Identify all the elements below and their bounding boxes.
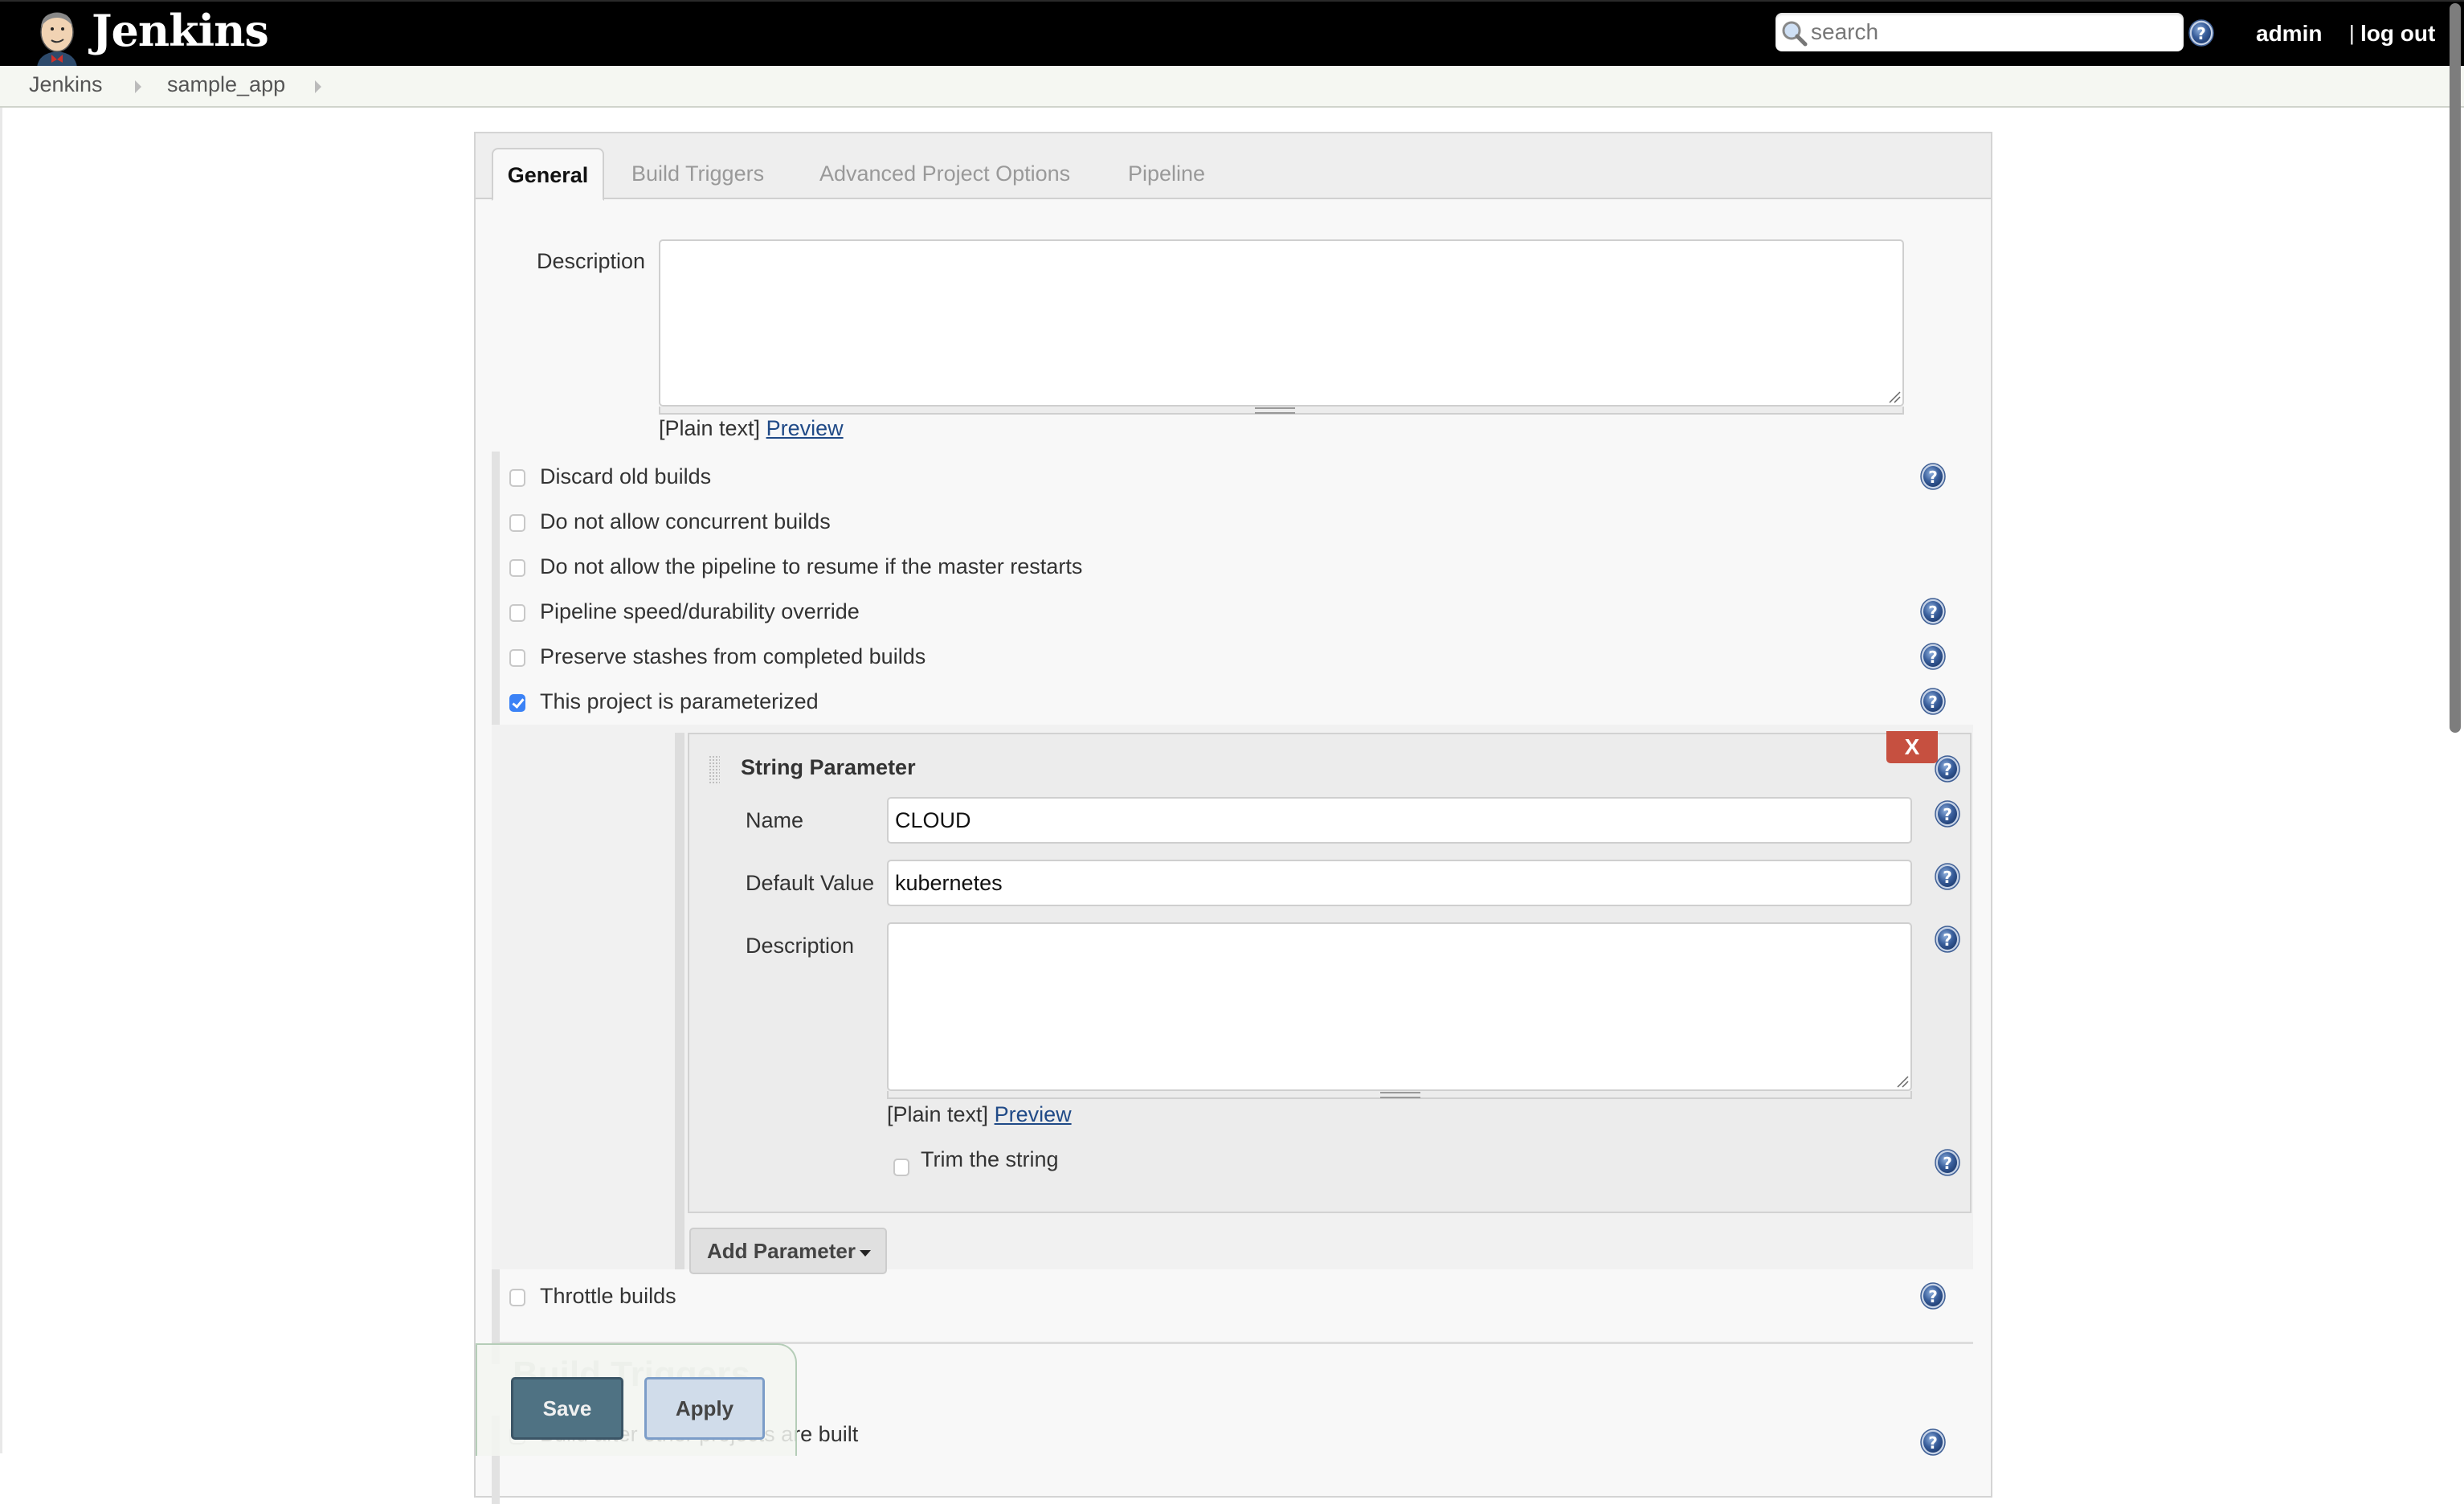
resize-grip-icon[interactable]	[1888, 390, 1901, 403]
string-parameter-title: String Parameter	[741, 755, 916, 779]
add-parameter-label: Add Parameter	[707, 1238, 856, 1263]
search-box	[1775, 13, 2184, 51]
textarea-resize-bar[interactable]	[887, 1091, 1912, 1099]
trim-string-checkbox[interactable]	[893, 1159, 909, 1176]
no-concurrent-builds-checkbox[interactable]	[509, 514, 525, 532]
help-icon[interactable]	[1920, 688, 1946, 715]
user-link[interactable]: admin	[2256, 21, 2322, 47]
tab-build-triggers[interactable]: Build Triggers	[615, 148, 780, 199]
add-parameter-button[interactable]: Add Parameter	[689, 1228, 887, 1274]
help-icon[interactable]	[1935, 863, 1960, 890]
drag-grip-icon[interactable]	[709, 755, 720, 784]
parameterized-label[interactable]: This project is parameterized	[540, 689, 819, 714]
help-icon[interactable]	[1920, 463, 1946, 490]
discard-old-builds-checkbox[interactable]	[509, 469, 525, 487]
scrollbar[interactable]	[2450, 3, 2461, 733]
throttle-builds-checkbox[interactable]	[509, 1289, 525, 1306]
help-icon[interactable]	[1920, 1282, 1946, 1310]
description-preview-link[interactable]: Preview	[766, 416, 844, 440]
no-resume-checkbox[interactable]	[509, 559, 525, 577]
parameters-area: X String Parameter Name Default Value De…	[492, 725, 1973, 1274]
plain-text-label: [Plain text]	[659, 416, 761, 440]
breadcrumb-jenkins[interactable]: Jenkins	[29, 72, 103, 97]
logout-link[interactable]: log out	[2360, 21, 2435, 47]
discard-old-builds-label[interactable]: Discard old builds	[540, 464, 711, 489]
help-icon[interactable]	[1920, 1428, 1946, 1456]
search-input[interactable]	[1809, 16, 2179, 48]
delete-parameter-button[interactable]: X	[1886, 731, 1938, 763]
param-default-value-label: Default Value	[746, 871, 875, 895]
breadcrumb: Jenkins sample_app	[0, 66, 2464, 108]
drag-handle-icon[interactable]	[1255, 407, 1295, 414]
apply-button[interactable]: Apply	[644, 1377, 765, 1440]
breadcrumb-arrow-icon[interactable]	[315, 80, 321, 93]
logout-separator: |	[2349, 21, 2355, 45]
preserve-stashes-label[interactable]: Preserve stashes from completed builds	[540, 644, 926, 669]
top-header: Jenkins admin | log out	[0, 0, 2464, 67]
tab-general[interactable]: General	[492, 148, 604, 201]
config-tabbar: General Build Triggers Advanced Project …	[476, 133, 1991, 201]
jenkins-butler-logo-icon[interactable]	[31, 8, 84, 67]
drag-handle-icon[interactable]	[1380, 1092, 1420, 1098]
parameter-indent-bar	[675, 733, 684, 1269]
config-panel: General Build Triggers Advanced Project …	[474, 132, 1992, 1504]
resize-grip-icon[interactable]	[1896, 1075, 1909, 1088]
page-edge	[0, 108, 2, 1453]
search-help-icon[interactable]	[2188, 19, 2214, 47]
caret-down-icon	[860, 1250, 871, 1257]
param-name-label: Name	[746, 808, 804, 832]
help-icon[interactable]	[1935, 1149, 1960, 1176]
description-label: Description	[537, 249, 646, 273]
help-icon[interactable]	[1920, 643, 1946, 670]
search-icon	[1782, 21, 1808, 47]
tab-pipeline[interactable]: Pipeline	[1112, 148, 1221, 199]
no-concurrent-builds-label[interactable]: Do not allow concurrent builds	[540, 509, 831, 534]
tab-advanced-project-options[interactable]: Advanced Project Options	[803, 148, 1086, 199]
help-icon[interactable]	[1935, 755, 1960, 783]
description-format: [Plain text] Preview	[659, 416, 844, 441]
help-icon[interactable]	[1935, 926, 1960, 953]
trim-string-label[interactable]: Trim the string	[921, 1147, 1059, 1172]
help-icon[interactable]	[1935, 800, 1960, 828]
param-default-value-input[interactable]	[887, 860, 1912, 906]
plain-text-label: [Plain text]	[887, 1102, 989, 1126]
parameterized-checkbox[interactable]	[509, 694, 525, 712]
no-resume-label[interactable]: Do not allow the pipeline to resume if t…	[540, 554, 1082, 579]
description-textarea[interactable]	[659, 239, 1904, 407]
param-description-format: [Plain text] Preview	[887, 1102, 1072, 1127]
preserve-stashes-checkbox[interactable]	[509, 649, 525, 667]
param-description-label: Description	[746, 934, 855, 958]
help-icon[interactable]	[1920, 598, 1946, 625]
string-parameter-block: X String Parameter Name Default Value De…	[688, 731, 1972, 1213]
durability-override-checkbox[interactable]	[509, 604, 525, 622]
param-preview-link[interactable]: Preview	[995, 1102, 1072, 1126]
save-button[interactable]: Save	[511, 1377, 623, 1440]
param-name-input[interactable]	[887, 797, 1912, 844]
durability-override-label[interactable]: Pipeline speed/durability override	[540, 599, 860, 624]
textarea-resize-bar[interactable]	[659, 407, 1904, 415]
breadcrumb-sample-app[interactable]: sample_app	[167, 72, 285, 97]
breadcrumb-arrow-icon[interactable]	[135, 80, 141, 93]
app-logo-text[interactable]: Jenkins	[92, 5, 269, 56]
param-description-textarea[interactable]	[887, 922, 1912, 1091]
throttle-builds-label[interactable]: Throttle builds	[540, 1284, 676, 1309]
option-trim-string[interactable]: Trim the string	[689, 1146, 1171, 1178]
